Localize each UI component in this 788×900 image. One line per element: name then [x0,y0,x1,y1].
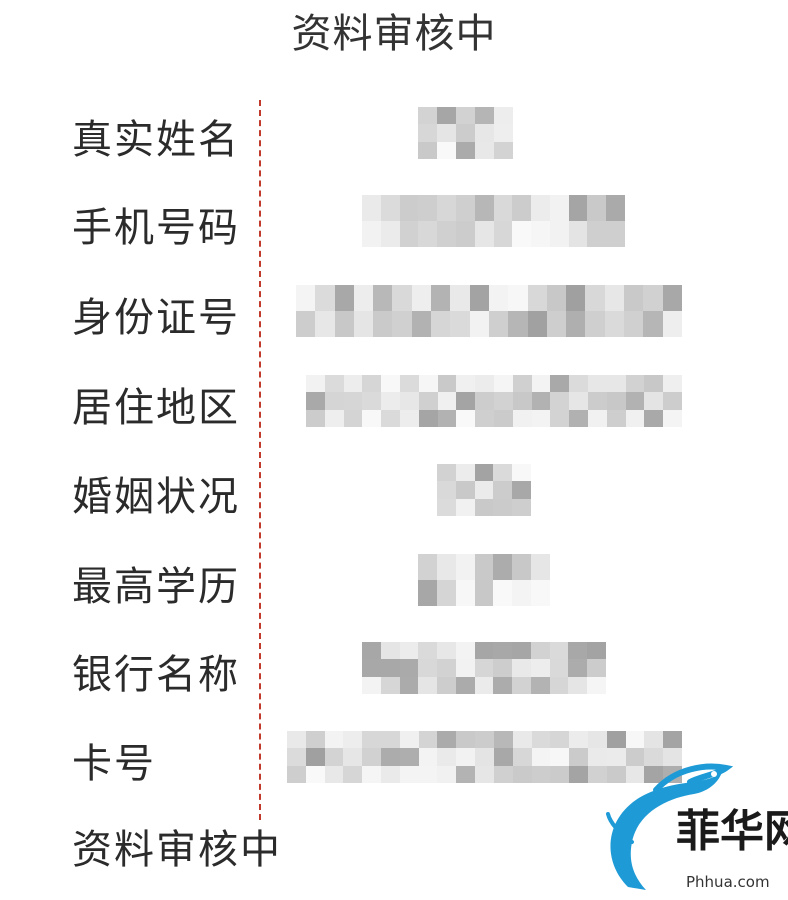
field-row-education: 最高学历 [0,542,788,632]
site-watermark: 菲华网 Phhua.com [598,762,788,900]
field-label-phone: 手机号码 [72,205,240,251]
field-row-real-name: 真实姓名 [0,95,788,185]
field-row-id-number: 身份证号 [0,273,788,363]
field-label-real-name: 真实姓名 [72,117,240,163]
field-label-id-number: 身份证号 [72,295,240,341]
field-value-real-name-blurred [418,107,513,159]
field-value-residence-blurred [306,375,682,427]
field-label-residence: 居住地区 [72,385,240,431]
field-label-card-number: 卡号 [72,741,156,787]
field-label-marital-status: 婚姻状况 [72,474,240,520]
watermark-url: Phhua.com [686,873,770,891]
field-label-education: 最高学历 [72,564,240,610]
field-row-bank-name: 银行名称 [0,630,788,720]
field-value-phone-blurred [362,195,625,247]
review-status-text: 资料审核中 [72,827,282,873]
watermark-logo-text: 菲华网 [676,806,788,857]
field-value-bank-name-blurred [362,642,606,694]
field-row-phone: 手机号码 [0,183,788,273]
field-row-marital-status: 婚姻状况 [0,452,788,542]
field-value-education-blurred [418,554,550,606]
field-value-id-number-blurred [296,285,682,337]
field-row-residence: 居住地区 [0,363,788,453]
page-title: 资料审核中 [291,11,497,57]
field-value-marital-status-blurred [437,464,531,516]
field-label-bank-name: 银行名称 [72,652,240,698]
